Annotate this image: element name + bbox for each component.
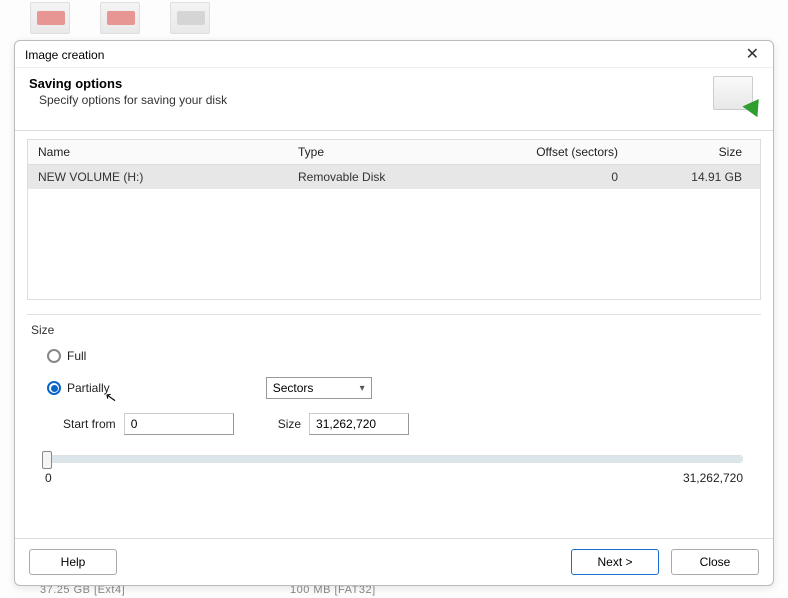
save-disk-icon: [713, 76, 759, 116]
unit-select[interactable]: Sectors ▾: [266, 377, 372, 399]
header-heading: Saving options: [29, 76, 227, 91]
dialog-header: Saving options Specify options for savin…: [15, 68, 773, 131]
dialog-body: Name Type Offset (sectors) Size NEW VOLU…: [15, 131, 773, 538]
size-input-label: Size: [278, 417, 301, 431]
app-background: 37.25 GB [Ext4] 100 MB [FAT32] Image cre…: [0, 0, 788, 598]
disk-icon: [100, 2, 140, 34]
dialog-footer: Help Next > Close: [15, 538, 773, 585]
slider-fill: [46, 456, 742, 462]
radio-full[interactable]: [47, 349, 61, 363]
table-row[interactable]: NEW VOLUME (H:) Removable Disk 0 14.91 G…: [28, 165, 760, 189]
close-button[interactable]: Close: [671, 549, 759, 575]
image-creation-dialog: Image creation ✕ Saving options Specify …: [14, 40, 774, 586]
start-from-label: Start from: [63, 417, 116, 431]
size-group-label: Size: [27, 323, 761, 337]
range-slider[interactable]: [45, 455, 743, 463]
slider-max-label: 31,262,720: [683, 471, 743, 485]
cell-type: Removable Disk: [288, 165, 468, 189]
cell-name: NEW VOLUME (H:): [28, 165, 288, 189]
unit-select-value: Sectors: [273, 381, 314, 395]
radio-partially[interactable]: [47, 381, 61, 395]
radio-full-row[interactable]: Full: [47, 349, 761, 363]
col-header-size[interactable]: Size: [628, 140, 760, 164]
disk-icon: [30, 2, 70, 34]
slider-thumb[interactable]: [42, 451, 52, 469]
slider-range-labels: 0 31,262,720: [45, 471, 743, 485]
header-text: Saving options Specify options for savin…: [29, 76, 227, 107]
background-disk-icons: [30, 2, 210, 34]
range-inputs-row: Start from Size: [63, 413, 761, 435]
close-icon[interactable]: ✕: [742, 47, 763, 63]
col-header-type[interactable]: Type: [288, 140, 468, 164]
header-subheading: Specify options for saving your disk: [29, 93, 227, 107]
cell-offset: 0: [468, 165, 628, 189]
start-from-input[interactable]: [124, 413, 234, 435]
slider-track[interactable]: [45, 455, 743, 463]
cell-size: 14.91 GB: [628, 165, 760, 189]
help-button[interactable]: Help: [29, 549, 117, 575]
col-header-offset[interactable]: Offset (sectors): [468, 140, 628, 164]
disk-table: Name Type Offset (sectors) Size NEW VOLU…: [27, 139, 761, 300]
table-empty-area: [28, 189, 760, 299]
col-header-name[interactable]: Name: [28, 140, 288, 164]
radio-partially-label[interactable]: Partially: [67, 381, 110, 395]
next-button[interactable]: Next >: [571, 549, 659, 575]
radio-full-label[interactable]: Full: [67, 349, 86, 363]
slider-min-label: 0: [45, 471, 52, 485]
size-group: Size Full Partially ↖ Sectors ▾ Start fr…: [27, 314, 761, 485]
size-input[interactable]: [309, 413, 409, 435]
chevron-down-icon: ▾: [360, 383, 365, 394]
disk-icon: [170, 2, 210, 34]
table-header-row: Name Type Offset (sectors) Size: [28, 140, 760, 165]
dialog-titlebar: Image creation ✕: [15, 41, 773, 68]
dialog-title: Image creation: [25, 48, 104, 62]
radio-partially-row[interactable]: Partially ↖ Sectors ▾: [47, 377, 761, 399]
